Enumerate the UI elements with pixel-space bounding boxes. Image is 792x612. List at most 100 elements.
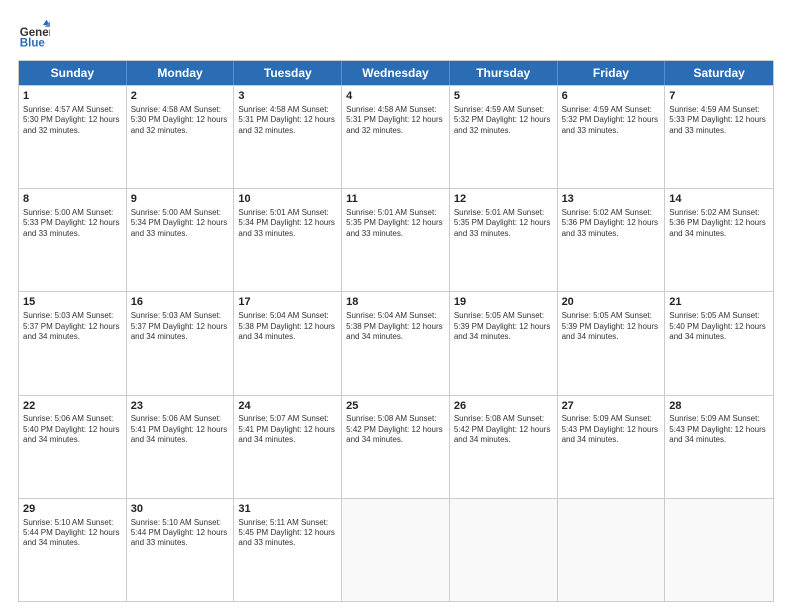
day-number: 6 [562, 89, 661, 104]
calendar-day-23: 23Sunrise: 5:06 AM Sunset: 5:41 PM Dayli… [127, 396, 235, 498]
day-content: Sunrise: 5:04 AM Sunset: 5:38 PM Dayligh… [346, 311, 445, 342]
day-number: 14 [669, 192, 769, 207]
day-number: 7 [669, 89, 769, 104]
calendar-day-18: 18Sunrise: 5:04 AM Sunset: 5:38 PM Dayli… [342, 292, 450, 394]
day-content: Sunrise: 5:02 AM Sunset: 5:36 PM Dayligh… [562, 208, 661, 239]
calendar-day-21: 21Sunrise: 5:05 AM Sunset: 5:40 PM Dayli… [665, 292, 773, 394]
weekday-header-friday: Friday [558, 61, 666, 85]
day-number: 17 [238, 295, 337, 310]
calendar-day-3: 3Sunrise: 4:58 AM Sunset: 5:31 PM Daylig… [234, 86, 342, 188]
day-number: 26 [454, 399, 553, 414]
day-content: Sunrise: 5:05 AM Sunset: 5:39 PM Dayligh… [454, 311, 553, 342]
day-number: 29 [23, 502, 122, 517]
day-number: 28 [669, 399, 769, 414]
day-number: 13 [562, 192, 661, 207]
day-number: 23 [131, 399, 230, 414]
calendar-day-31: 31Sunrise: 5:11 AM Sunset: 5:45 PM Dayli… [234, 499, 342, 601]
calendar-day-4: 4Sunrise: 4:58 AM Sunset: 5:31 PM Daylig… [342, 86, 450, 188]
day-number: 31 [238, 502, 337, 517]
day-content: Sunrise: 5:01 AM Sunset: 5:34 PM Dayligh… [238, 208, 337, 239]
day-content: Sunrise: 5:08 AM Sunset: 5:42 PM Dayligh… [346, 414, 445, 445]
day-content: Sunrise: 5:07 AM Sunset: 5:41 PM Dayligh… [238, 414, 337, 445]
day-content: Sunrise: 5:06 AM Sunset: 5:41 PM Dayligh… [131, 414, 230, 445]
calendar-day-30: 30Sunrise: 5:10 AM Sunset: 5:44 PM Dayli… [127, 499, 235, 601]
day-number: 21 [669, 295, 769, 310]
empty-cell [450, 499, 558, 601]
day-content: Sunrise: 5:00 AM Sunset: 5:34 PM Dayligh… [131, 208, 230, 239]
day-content: Sunrise: 5:00 AM Sunset: 5:33 PM Dayligh… [23, 208, 122, 239]
day-number: 18 [346, 295, 445, 310]
day-content: Sunrise: 4:58 AM Sunset: 5:31 PM Dayligh… [346, 105, 445, 136]
empty-cell [558, 499, 666, 601]
day-number: 20 [562, 295, 661, 310]
day-number: 24 [238, 399, 337, 414]
weekday-header-sunday: Sunday [19, 61, 127, 85]
calendar-day-12: 12Sunrise: 5:01 AM Sunset: 5:35 PM Dayli… [450, 189, 558, 291]
calendar-day-26: 26Sunrise: 5:08 AM Sunset: 5:42 PM Dayli… [450, 396, 558, 498]
day-number: 5 [454, 89, 553, 104]
day-content: Sunrise: 4:57 AM Sunset: 5:30 PM Dayligh… [23, 105, 122, 136]
calendar-day-22: 22Sunrise: 5:06 AM Sunset: 5:40 PM Dayli… [19, 396, 127, 498]
calendar-day-7: 7Sunrise: 4:59 AM Sunset: 5:33 PM Daylig… [665, 86, 773, 188]
day-content: Sunrise: 5:05 AM Sunset: 5:39 PM Dayligh… [562, 311, 661, 342]
day-content: Sunrise: 5:03 AM Sunset: 5:37 PM Dayligh… [23, 311, 122, 342]
calendar-day-15: 15Sunrise: 5:03 AM Sunset: 5:37 PM Dayli… [19, 292, 127, 394]
day-content: Sunrise: 5:06 AM Sunset: 5:40 PM Dayligh… [23, 414, 122, 445]
day-content: Sunrise: 4:58 AM Sunset: 5:30 PM Dayligh… [131, 105, 230, 136]
calendar-day-16: 16Sunrise: 5:03 AM Sunset: 5:37 PM Dayli… [127, 292, 235, 394]
calendar-week-1: 1Sunrise: 4:57 AM Sunset: 5:30 PM Daylig… [19, 85, 773, 188]
day-number: 16 [131, 295, 230, 310]
calendar-day-8: 8Sunrise: 5:00 AM Sunset: 5:33 PM Daylig… [19, 189, 127, 291]
day-number: 3 [238, 89, 337, 104]
day-number: 27 [562, 399, 661, 414]
weekday-header-thursday: Thursday [450, 61, 558, 85]
day-content: Sunrise: 5:09 AM Sunset: 5:43 PM Dayligh… [669, 414, 769, 445]
calendar-day-14: 14Sunrise: 5:02 AM Sunset: 5:36 PM Dayli… [665, 189, 773, 291]
day-number: 22 [23, 399, 122, 414]
calendar-day-29: 29Sunrise: 5:10 AM Sunset: 5:44 PM Dayli… [19, 499, 127, 601]
weekday-header-saturday: Saturday [665, 61, 773, 85]
calendar-page: General Blue SundayMondayTuesdayWednesda… [0, 0, 792, 612]
day-content: Sunrise: 4:59 AM Sunset: 5:33 PM Dayligh… [669, 105, 769, 136]
day-content: Sunrise: 4:58 AM Sunset: 5:31 PM Dayligh… [238, 105, 337, 136]
day-content: Sunrise: 5:09 AM Sunset: 5:43 PM Dayligh… [562, 414, 661, 445]
day-content: Sunrise: 5:01 AM Sunset: 5:35 PM Dayligh… [454, 208, 553, 239]
day-content: Sunrise: 5:10 AM Sunset: 5:44 PM Dayligh… [23, 518, 122, 549]
day-content: Sunrise: 4:59 AM Sunset: 5:32 PM Dayligh… [562, 105, 661, 136]
day-content: Sunrise: 5:11 AM Sunset: 5:45 PM Dayligh… [238, 518, 337, 549]
day-number: 4 [346, 89, 445, 104]
weekday-header-tuesday: Tuesday [234, 61, 342, 85]
calendar-day-11: 11Sunrise: 5:01 AM Sunset: 5:35 PM Dayli… [342, 189, 450, 291]
calendar-day-27: 27Sunrise: 5:09 AM Sunset: 5:43 PM Dayli… [558, 396, 666, 498]
day-content: Sunrise: 5:05 AM Sunset: 5:40 PM Dayligh… [669, 311, 769, 342]
calendar-body: 1Sunrise: 4:57 AM Sunset: 5:30 PM Daylig… [19, 85, 773, 601]
day-content: Sunrise: 5:08 AM Sunset: 5:42 PM Dayligh… [454, 414, 553, 445]
day-number: 2 [131, 89, 230, 104]
calendar-header: SundayMondayTuesdayWednesdayThursdayFrid… [19, 61, 773, 85]
day-content: Sunrise: 5:04 AM Sunset: 5:38 PM Dayligh… [238, 311, 337, 342]
calendar-day-13: 13Sunrise: 5:02 AM Sunset: 5:36 PM Dayli… [558, 189, 666, 291]
logo-icon: General Blue [18, 18, 50, 50]
calendar-day-9: 9Sunrise: 5:00 AM Sunset: 5:34 PM Daylig… [127, 189, 235, 291]
day-number: 12 [454, 192, 553, 207]
calendar-day-19: 19Sunrise: 5:05 AM Sunset: 5:39 PM Dayli… [450, 292, 558, 394]
day-number: 10 [238, 192, 337, 207]
day-number: 8 [23, 192, 122, 207]
svg-text:Blue: Blue [20, 37, 46, 49]
logo: General Blue [18, 18, 50, 50]
day-number: 25 [346, 399, 445, 414]
day-content: Sunrise: 4:59 AM Sunset: 5:32 PM Dayligh… [454, 105, 553, 136]
day-number: 15 [23, 295, 122, 310]
calendar-day-28: 28Sunrise: 5:09 AM Sunset: 5:43 PM Dayli… [665, 396, 773, 498]
calendar-week-4: 22Sunrise: 5:06 AM Sunset: 5:40 PM Dayli… [19, 395, 773, 498]
day-content: Sunrise: 5:10 AM Sunset: 5:44 PM Dayligh… [131, 518, 230, 549]
calendar-day-5: 5Sunrise: 4:59 AM Sunset: 5:32 PM Daylig… [450, 86, 558, 188]
day-number: 30 [131, 502, 230, 517]
calendar-day-17: 17Sunrise: 5:04 AM Sunset: 5:38 PM Dayli… [234, 292, 342, 394]
calendar-week-5: 29Sunrise: 5:10 AM Sunset: 5:44 PM Dayli… [19, 498, 773, 601]
calendar-week-2: 8Sunrise: 5:00 AM Sunset: 5:33 PM Daylig… [19, 188, 773, 291]
day-number: 1 [23, 89, 122, 104]
calendar-day-10: 10Sunrise: 5:01 AM Sunset: 5:34 PM Dayli… [234, 189, 342, 291]
empty-cell [665, 499, 773, 601]
calendar-day-1: 1Sunrise: 4:57 AM Sunset: 5:30 PM Daylig… [19, 86, 127, 188]
